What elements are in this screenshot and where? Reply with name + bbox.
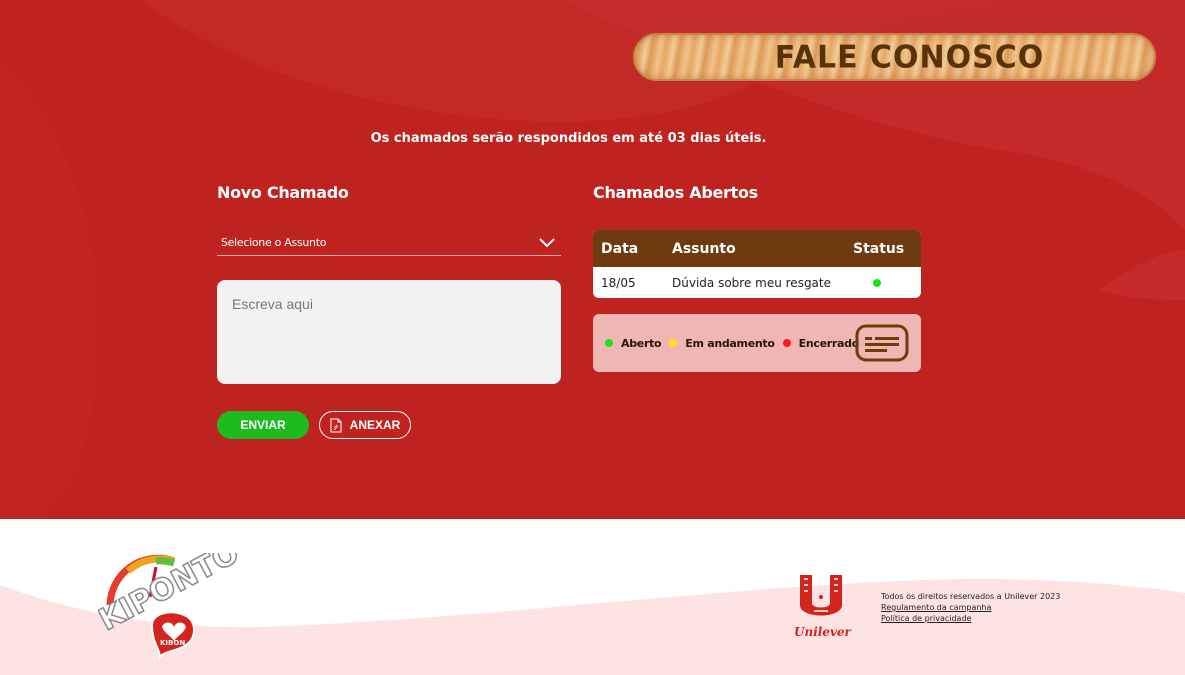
column-header-subject: Assunto (672, 240, 736, 257)
response-time-notice: Os chamados serão respondidos em até 03 … (370, 131, 767, 146)
ticket-subject: Dúvida sobre meu resgate (672, 275, 831, 290)
legend-label-closed: Encerrado (798, 336, 860, 350)
link-campaign-rules[interactable]: Regulamento da campanha (881, 602, 1060, 613)
footer-legal: Todos os direitos reservados a Unilever … (881, 591, 1060, 624)
legend-label-in-progress: Em andamento (685, 336, 775, 350)
message-placeholder: Escreva aqui (232, 296, 313, 312)
page-title: FALE CONOSCO (774, 38, 1045, 76)
ticket-status-indicator (873, 278, 881, 287)
kipontos-kibon-logo[interactable]: KIPONTOS KIBON (98, 553, 238, 665)
legend-label-open: Aberto (621, 336, 662, 350)
unilever-logo[interactable] (790, 573, 852, 625)
attach-button[interactable]: ANEXAR (319, 411, 411, 439)
attach-button-label: ANEXAR (349, 418, 401, 432)
page-title-plank: FALE CONOSCO (633, 33, 1156, 81)
link-privacy-policy[interactable]: Política de privacidade (881, 613, 1060, 624)
chevron-down-icon (539, 237, 555, 247)
open-tickets-table: Data Assunto Status 18/05 Dúvida sobre m… (593, 230, 921, 298)
legend-item-closed: Encerrado (782, 336, 860, 350)
table-header: Data Assunto Status (593, 230, 921, 267)
new-ticket-title: Novo Chamado (217, 183, 349, 202)
kibon-logo-text: KIBON (160, 639, 185, 647)
send-button-label: ENVIAR (240, 418, 286, 432)
status-legend: Aberto Em andamento Encerrado (593, 314, 921, 372)
legend-dot-open (605, 339, 613, 347)
legend-item-open: Aberto (605, 336, 662, 350)
legend-item-in-progress: Em andamento (669, 336, 775, 350)
subject-select-value: Selecione o Assunto (221, 236, 327, 249)
open-tickets-title: Chamados Abertos (593, 183, 758, 202)
subject-select[interactable]: Selecione o Assunto (217, 230, 561, 256)
column-header-date: Data (601, 240, 639, 257)
footer: KIPONTOS KIBON Unilever Todos os direito… (0, 519, 1185, 675)
attachment-file-icon (330, 418, 342, 432)
message-textarea[interactable]: Escreva aqui (217, 280, 561, 384)
ticket-date: 18/05 (601, 275, 636, 290)
legend-dot-in-progress (669, 339, 678, 347)
copyright-text: Todos os direitos reservados a Unilever … (881, 592, 1061, 601)
unilever-logo-text: Unilever (794, 625, 851, 639)
ticket-list-icon (855, 324, 909, 362)
main-section: FALE CONOSCO Os chamados serão respondid… (0, 0, 1185, 519)
column-header-status: Status (853, 240, 905, 257)
table-row[interactable]: 18/05 Dúvida sobre meu resgate (593, 267, 921, 298)
send-button[interactable]: ENVIAR (217, 411, 309, 439)
legend-dot-closed (782, 339, 791, 347)
